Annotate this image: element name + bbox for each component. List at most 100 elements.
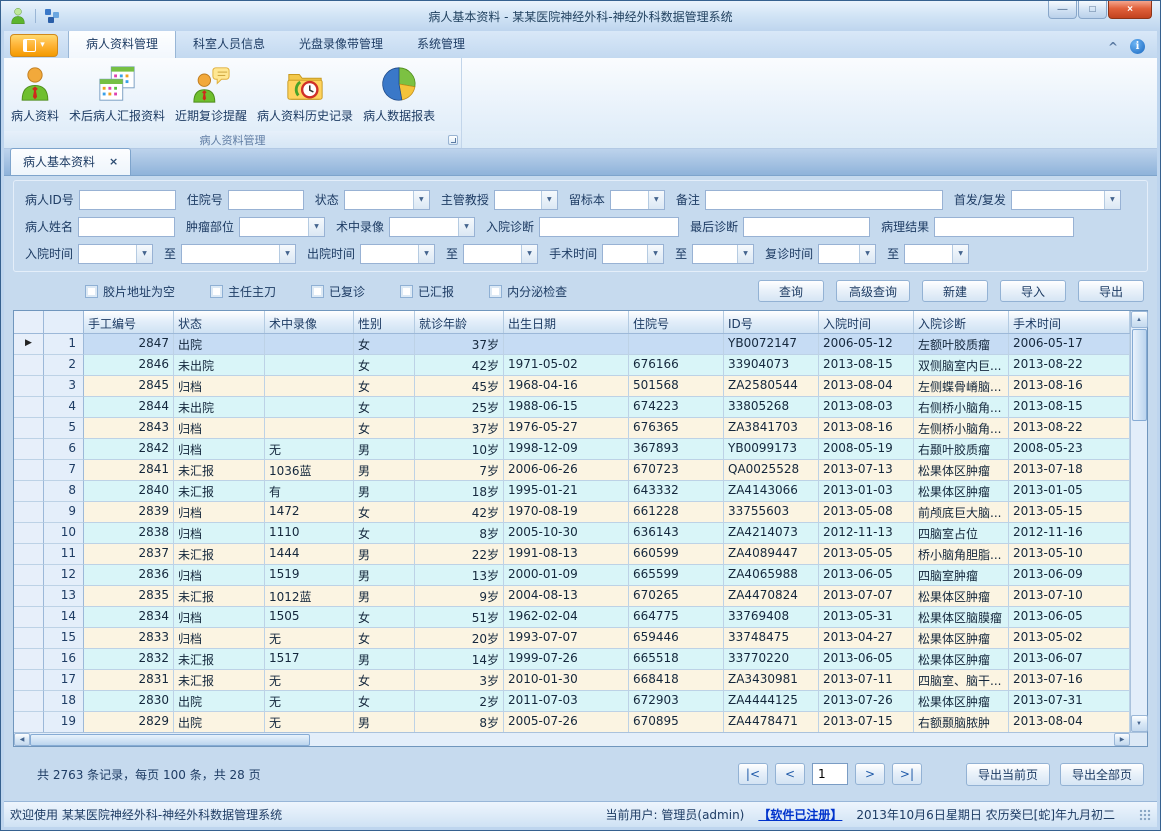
scroll-down-icon[interactable]: ▼ xyxy=(1131,715,1148,732)
table-cell[interactable]: 2013-05-02 xyxy=(1009,628,1130,649)
table-cell[interactable]: 1970-08-19 xyxy=(504,502,629,523)
ribbon-button-2[interactable]: 近期复诊提醒 xyxy=(170,61,252,126)
table-cell[interactable]: 松果体区脑膜瘤 xyxy=(914,607,1009,628)
table-cell[interactable]: 无 xyxy=(265,712,354,732)
table-cell[interactable]: 37岁 xyxy=(415,418,504,439)
row-selector[interactable] xyxy=(14,418,44,439)
prev-page-button[interactable]: < xyxy=(775,763,805,785)
row-selector[interactable] xyxy=(14,712,44,732)
dialog-launcher-icon[interactable] xyxy=(448,135,458,145)
table-cell[interactable]: ZA3430981 xyxy=(724,670,819,691)
table-cell[interactable]: 13岁 xyxy=(415,565,504,586)
table-cell[interactable]: 676166 xyxy=(629,355,724,376)
table-cell[interactable]: 1976-05-27 xyxy=(504,418,629,439)
table-cell[interactable]: 2832 xyxy=(84,649,174,670)
table-cell[interactable]: 无 xyxy=(265,691,354,712)
table-cell[interactable]: 9岁 xyxy=(415,586,504,607)
table-cell[interactable]: 归档 xyxy=(174,376,265,397)
table-cell[interactable]: 2829 xyxy=(84,712,174,732)
scroll-left-icon[interactable]: ◀ xyxy=(14,733,30,746)
table-cell[interactable]: 2011-07-03 xyxy=(504,691,629,712)
table-cell[interactable] xyxy=(265,397,354,418)
combo-arrow-icon[interactable]: ▼ xyxy=(418,245,434,263)
combo-arrow-icon[interactable]: ▼ xyxy=(413,191,429,209)
action-button-1[interactable]: 高级查询 xyxy=(836,280,910,302)
table-cell[interactable]: 女 xyxy=(354,628,415,649)
ribbon-button-1[interactable]: 术后病人汇报资料 xyxy=(64,61,170,126)
combo-arrow-icon[interactable]: ▼ xyxy=(541,191,557,209)
table-cell[interactable]: 2013-05-05 xyxy=(819,544,914,565)
action-button-4[interactable]: 导出 xyxy=(1078,280,1144,302)
table-cell[interactable]: 1505 xyxy=(265,607,354,628)
filter-input-1-4[interactable] xyxy=(743,217,870,237)
collapse-ribbon-icon[interactable]: ^ xyxy=(1108,41,1118,53)
table-cell[interactable]: 2013-06-05 xyxy=(819,565,914,586)
table-cell[interactable]: 2006-05-12 xyxy=(819,334,914,355)
table-cell[interactable]: 33805268 xyxy=(724,397,819,418)
app-logo-icon[interactable] xyxy=(9,7,27,25)
table-cell[interactable]: 松果体区肿瘤 xyxy=(914,460,1009,481)
table-cell[interactable]: 636143 xyxy=(629,523,724,544)
table-cell[interactable]: 归档 xyxy=(174,628,265,649)
app-menu-button[interactable]: ▾ xyxy=(10,34,58,57)
filter-input-1-3[interactable] xyxy=(539,217,679,237)
table-row[interactable]: 172831未汇报无女3岁2010-01-30668418ZA343098120… xyxy=(14,670,1130,691)
checkbox-1[interactable] xyxy=(210,285,223,298)
table-cell[interactable]: 3岁 xyxy=(415,670,504,691)
row-selector[interactable] xyxy=(14,397,44,418)
table-cell[interactable]: 有 xyxy=(265,481,354,502)
ribbon-button-0[interactable]: 病人资料 xyxy=(6,61,64,126)
action-button-3[interactable]: 导入 xyxy=(1000,280,1066,302)
table-cell[interactable]: 661228 xyxy=(629,502,724,523)
action-button-0[interactable]: 查询 xyxy=(758,280,824,302)
table-cell[interactable]: 未出院 xyxy=(174,397,265,418)
table-row[interactable]: 182830出院无女2岁2011-07-03672903ZA4444125201… xyxy=(14,691,1130,712)
column-header-6[interactable]: 住院号 xyxy=(629,311,724,333)
table-cell[interactable]: 659446 xyxy=(629,628,724,649)
table-cell[interactable]: 367893 xyxy=(629,439,724,460)
table-cell[interactable]: 无 xyxy=(265,670,354,691)
combo-arrow-icon[interactable]: ▼ xyxy=(521,245,537,263)
column-header-0[interactable]: 手工编号 xyxy=(84,311,174,333)
filter-combo-2-3[interactable]: ▼ xyxy=(463,244,538,264)
table-row[interactable]: ▶12847出院女37岁YB00721472006-05-12左额叶胶质瘤200… xyxy=(14,334,1130,355)
table-cell[interactable] xyxy=(629,334,724,355)
scroll-up-icon[interactable]: ▲ xyxy=(1131,311,1148,328)
table-cell[interactable]: 18岁 xyxy=(415,481,504,502)
column-header-3[interactable]: 性别 xyxy=(354,311,415,333)
row-selector[interactable] xyxy=(14,649,44,670)
table-cell[interactable]: 1444 xyxy=(265,544,354,565)
table-cell[interactable]: 2005-10-30 xyxy=(504,523,629,544)
table-cell[interactable]: 2839 xyxy=(84,502,174,523)
table-cell[interactable]: ZA4478471 xyxy=(724,712,819,732)
table-row[interactable]: 112837未汇报1444男22岁1991-08-13660599ZA40894… xyxy=(14,544,1130,565)
horizontal-scrollbar[interactable]: ◀ ▶ xyxy=(14,732,1147,746)
row-selector[interactable] xyxy=(14,628,44,649)
info-icon[interactable]: i xyxy=(1130,39,1145,54)
table-cell[interactable]: 2008-05-23 xyxy=(1009,439,1130,460)
table-cell[interactable]: 670723 xyxy=(629,460,724,481)
table-cell[interactable]: 14岁 xyxy=(415,649,504,670)
table-cell[interactable]: 665518 xyxy=(629,649,724,670)
table-cell[interactable]: 7岁 xyxy=(415,460,504,481)
table-cell[interactable] xyxy=(265,376,354,397)
table-cell[interactable]: 女 xyxy=(354,691,415,712)
table-cell[interactable]: 松果体区肿瘤 xyxy=(914,691,1009,712)
table-cell[interactable]: 2013-05-10 xyxy=(1009,544,1130,565)
table-cell[interactable]: 归档 xyxy=(174,607,265,628)
table-cell[interactable]: 25岁 xyxy=(415,397,504,418)
table-cell[interactable]: 女 xyxy=(354,502,415,523)
table-cell[interactable]: 归档 xyxy=(174,418,265,439)
table-cell[interactable]: 10岁 xyxy=(415,439,504,460)
table-cell[interactable]: 672903 xyxy=(629,691,724,712)
table-cell[interactable]: 2004-08-13 xyxy=(504,586,629,607)
table-cell[interactable]: ZA3841703 xyxy=(724,418,819,439)
table-cell[interactable]: 女 xyxy=(354,334,415,355)
vertical-scroll-thumb[interactable] xyxy=(1132,329,1147,421)
tab-patient-basic-info[interactable]: 病人基本资料 × xyxy=(10,148,131,175)
column-header-9[interactable]: 入院诊断 xyxy=(914,311,1009,333)
table-cell[interactable]: QA0025528 xyxy=(724,460,819,481)
table-cell[interactable]: ZA4143066 xyxy=(724,481,819,502)
table-cell[interactable]: 2013-06-05 xyxy=(819,649,914,670)
table-cell[interactable]: 2013-05-15 xyxy=(1009,502,1130,523)
